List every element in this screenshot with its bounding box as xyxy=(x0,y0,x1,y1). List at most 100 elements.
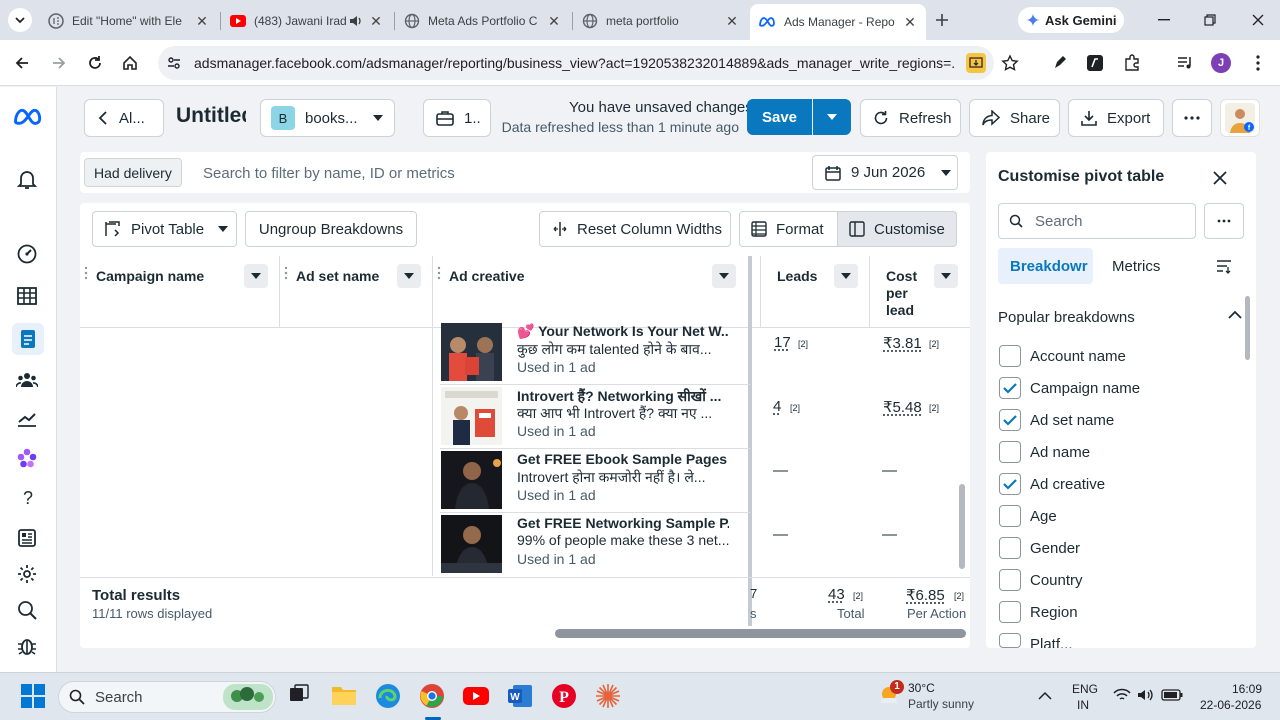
col-campaign-name[interactable]: Campaign name xyxy=(96,268,204,284)
tab-search-button[interactable] xyxy=(8,8,32,32)
close-icon[interactable]: ✕ xyxy=(546,13,562,29)
profile-avatar[interactable]: J xyxy=(1211,53,1231,73)
cost-per-lead-value[interactable]: ₹3.81 xyxy=(883,334,922,352)
chrome-taskbar-icon-active[interactable] xyxy=(419,683,447,711)
browser-tab-2[interactable]: (483) Jawani Irad ✕ xyxy=(222,6,392,36)
back-to-reports-button[interactable]: Al... xyxy=(84,99,164,137)
col-ad-creative[interactable]: Ad creative xyxy=(449,268,524,284)
ungroup-breakdowns-button[interactable]: Ungroup Breakdowns xyxy=(245,211,417,247)
breakdown-label[interactable]: Country xyxy=(1030,572,1083,589)
clock-date[interactable]: 22-06-2026 xyxy=(1200,698,1261,712)
leads-value[interactable]: 17 xyxy=(774,334,791,351)
col-menu-button[interactable] xyxy=(934,264,958,288)
col-menu-button[interactable] xyxy=(834,264,858,288)
figma-extension-icon[interactable] xyxy=(1085,53,1105,73)
table-vertical-scrollbar[interactable] xyxy=(959,484,965,569)
site-info-icon[interactable] xyxy=(166,55,182,71)
save-button[interactable]: Save xyxy=(747,99,812,135)
language-indicator-1[interactable]: ENG xyxy=(1072,682,1098,696)
ad-account-selector[interactable]: B books... xyxy=(260,99,395,137)
col-cost-per-lead-1[interactable]: Cost xyxy=(886,268,917,284)
new-tab-button[interactable] xyxy=(932,10,952,30)
home-icon[interactable] xyxy=(120,53,140,73)
reports-icon-active[interactable] xyxy=(12,323,44,355)
audiences-icon[interactable] xyxy=(16,369,40,393)
user-avatar[interactable]: f xyxy=(1220,99,1260,137)
help-question-icon[interactable]: ? xyxy=(16,488,40,512)
wifi-icon[interactable] xyxy=(1113,688,1131,702)
close-icon[interactable]: ✕ xyxy=(902,14,918,30)
word-taskbar-icon[interactable]: W xyxy=(507,683,535,711)
bookmark-star-icon[interactable] xyxy=(1000,53,1020,73)
table-row[interactable]: Get FREE Ebook Sample Pages Introvert हो… xyxy=(440,449,750,513)
col-leads[interactable]: Leads xyxy=(777,268,817,284)
breakdown-checkbox[interactable] xyxy=(999,345,1021,367)
date-picker-button[interactable]: 9 Jun 2026 xyxy=(812,155,958,190)
breakdown-label[interactable]: Ad name xyxy=(1030,444,1090,461)
language-indicator-2[interactable]: IN xyxy=(1077,698,1089,712)
table-row[interactable]: Get FREE Networking Sample P... 99% of p… xyxy=(440,513,750,577)
table-horizontal-scrollbar[interactable] xyxy=(555,629,966,638)
pinterest-taskbar-icon[interactable]: P xyxy=(551,683,579,711)
taskbar-search-box[interactable]: Search xyxy=(58,681,276,713)
address-bar[interactable]: adsmanager.facebook.com/adsmanager/repor… xyxy=(158,46,994,80)
close-window-button[interactable] xyxy=(1246,10,1270,30)
export-button[interactable]: Export xyxy=(1068,99,1164,137)
filter-list-icon[interactable] xyxy=(1214,257,1234,277)
browser-menu-icon[interactable] xyxy=(1248,53,1268,73)
cost-per-lead-value[interactable]: ₹5.48 xyxy=(883,398,922,416)
weather-desc[interactable]: Partly sunny xyxy=(908,697,974,711)
windows-start-icon[interactable] xyxy=(20,683,48,711)
breakdown-checkbox[interactable] xyxy=(999,409,1021,431)
tab-breakdown-active[interactable]: Breakdowr xyxy=(998,248,1093,284)
edge-browser-icon[interactable] xyxy=(375,683,403,711)
all-tools-flower-icon[interactable] xyxy=(16,447,40,471)
browser-tab-3[interactable]: Meta Ads Portfolio C ✕ xyxy=(396,6,570,36)
forward-arrow-icon[interactable] xyxy=(49,53,69,73)
popular-breakdowns-header[interactable]: Popular breakdowns xyxy=(998,309,1135,326)
weather-temp[interactable]: 30°C xyxy=(908,681,935,695)
breakdown-label[interactable]: Age xyxy=(1030,508,1057,525)
date-range-chip[interactable]: 1.. xyxy=(423,99,491,137)
format-button[interactable]: Format xyxy=(739,211,838,247)
extensions-puzzle-icon[interactable] xyxy=(1122,53,1142,73)
report-bug-icon[interactable] xyxy=(16,635,40,659)
leads-value[interactable]: 4 xyxy=(773,398,781,415)
breakdown-label[interactable]: Ad creative xyxy=(1030,476,1105,493)
col-menu-button[interactable] xyxy=(244,264,268,288)
campaigns-table-icon[interactable] xyxy=(16,285,40,309)
panel-more-button[interactable] xyxy=(1204,203,1244,239)
task-view-icon[interactable] xyxy=(288,683,316,711)
breakdown-checkbox[interactable] xyxy=(999,473,1021,495)
total-cpl-value[interactable]: ₹6.85 xyxy=(906,586,945,604)
breakdown-label[interactable]: Ad set name xyxy=(1030,412,1114,429)
battery-icon[interactable] xyxy=(1161,689,1183,701)
advertising-settings-icon[interactable] xyxy=(16,407,40,431)
breakdown-search-input[interactable]: Search xyxy=(998,203,1196,239)
col-menu-button[interactable] xyxy=(712,264,736,288)
col-ad-set-name[interactable]: Ad set name xyxy=(296,268,379,284)
reload-icon[interactable] xyxy=(85,53,105,73)
news-feed-icon[interactable] xyxy=(16,527,40,551)
settings-gear-icon[interactable] xyxy=(16,563,40,587)
search-icon[interactable] xyxy=(16,599,40,623)
browser-tab-4[interactable]: meta portfolio ✕ xyxy=(574,6,748,36)
report-title[interactable]: Untitled xyxy=(176,104,246,128)
col-menu-button[interactable] xyxy=(397,264,421,288)
chevron-up-icon[interactable] xyxy=(1038,691,1052,700)
file-explorer-icon[interactable] xyxy=(331,683,359,711)
breakdown-label[interactable]: Gender xyxy=(1030,540,1080,557)
browser-tab-1[interactable]: Edit "Home" with Ele ✕ xyxy=(40,6,218,36)
save-options-dropdown[interactable] xyxy=(813,99,851,135)
account-overview-icon[interactable] xyxy=(16,243,40,267)
starburst-app-icon[interactable] xyxy=(595,683,623,711)
breakdown-label[interactable]: Platf... xyxy=(1030,636,1073,648)
back-arrow-icon[interactable] xyxy=(12,53,32,73)
close-icon[interactable]: ✕ xyxy=(368,13,384,29)
tab-metrics[interactable]: Metrics xyxy=(1112,258,1160,275)
more-options-button[interactable] xyxy=(1172,99,1212,137)
table-row[interactable]: Introvert हैं? Networking सीखों ... क्या… xyxy=(440,385,750,449)
had-delivery-chip[interactable]: Had delivery xyxy=(84,158,182,187)
notifications-bell-icon[interactable] xyxy=(16,169,40,193)
customise-button-active[interactable]: Customise xyxy=(837,211,957,247)
